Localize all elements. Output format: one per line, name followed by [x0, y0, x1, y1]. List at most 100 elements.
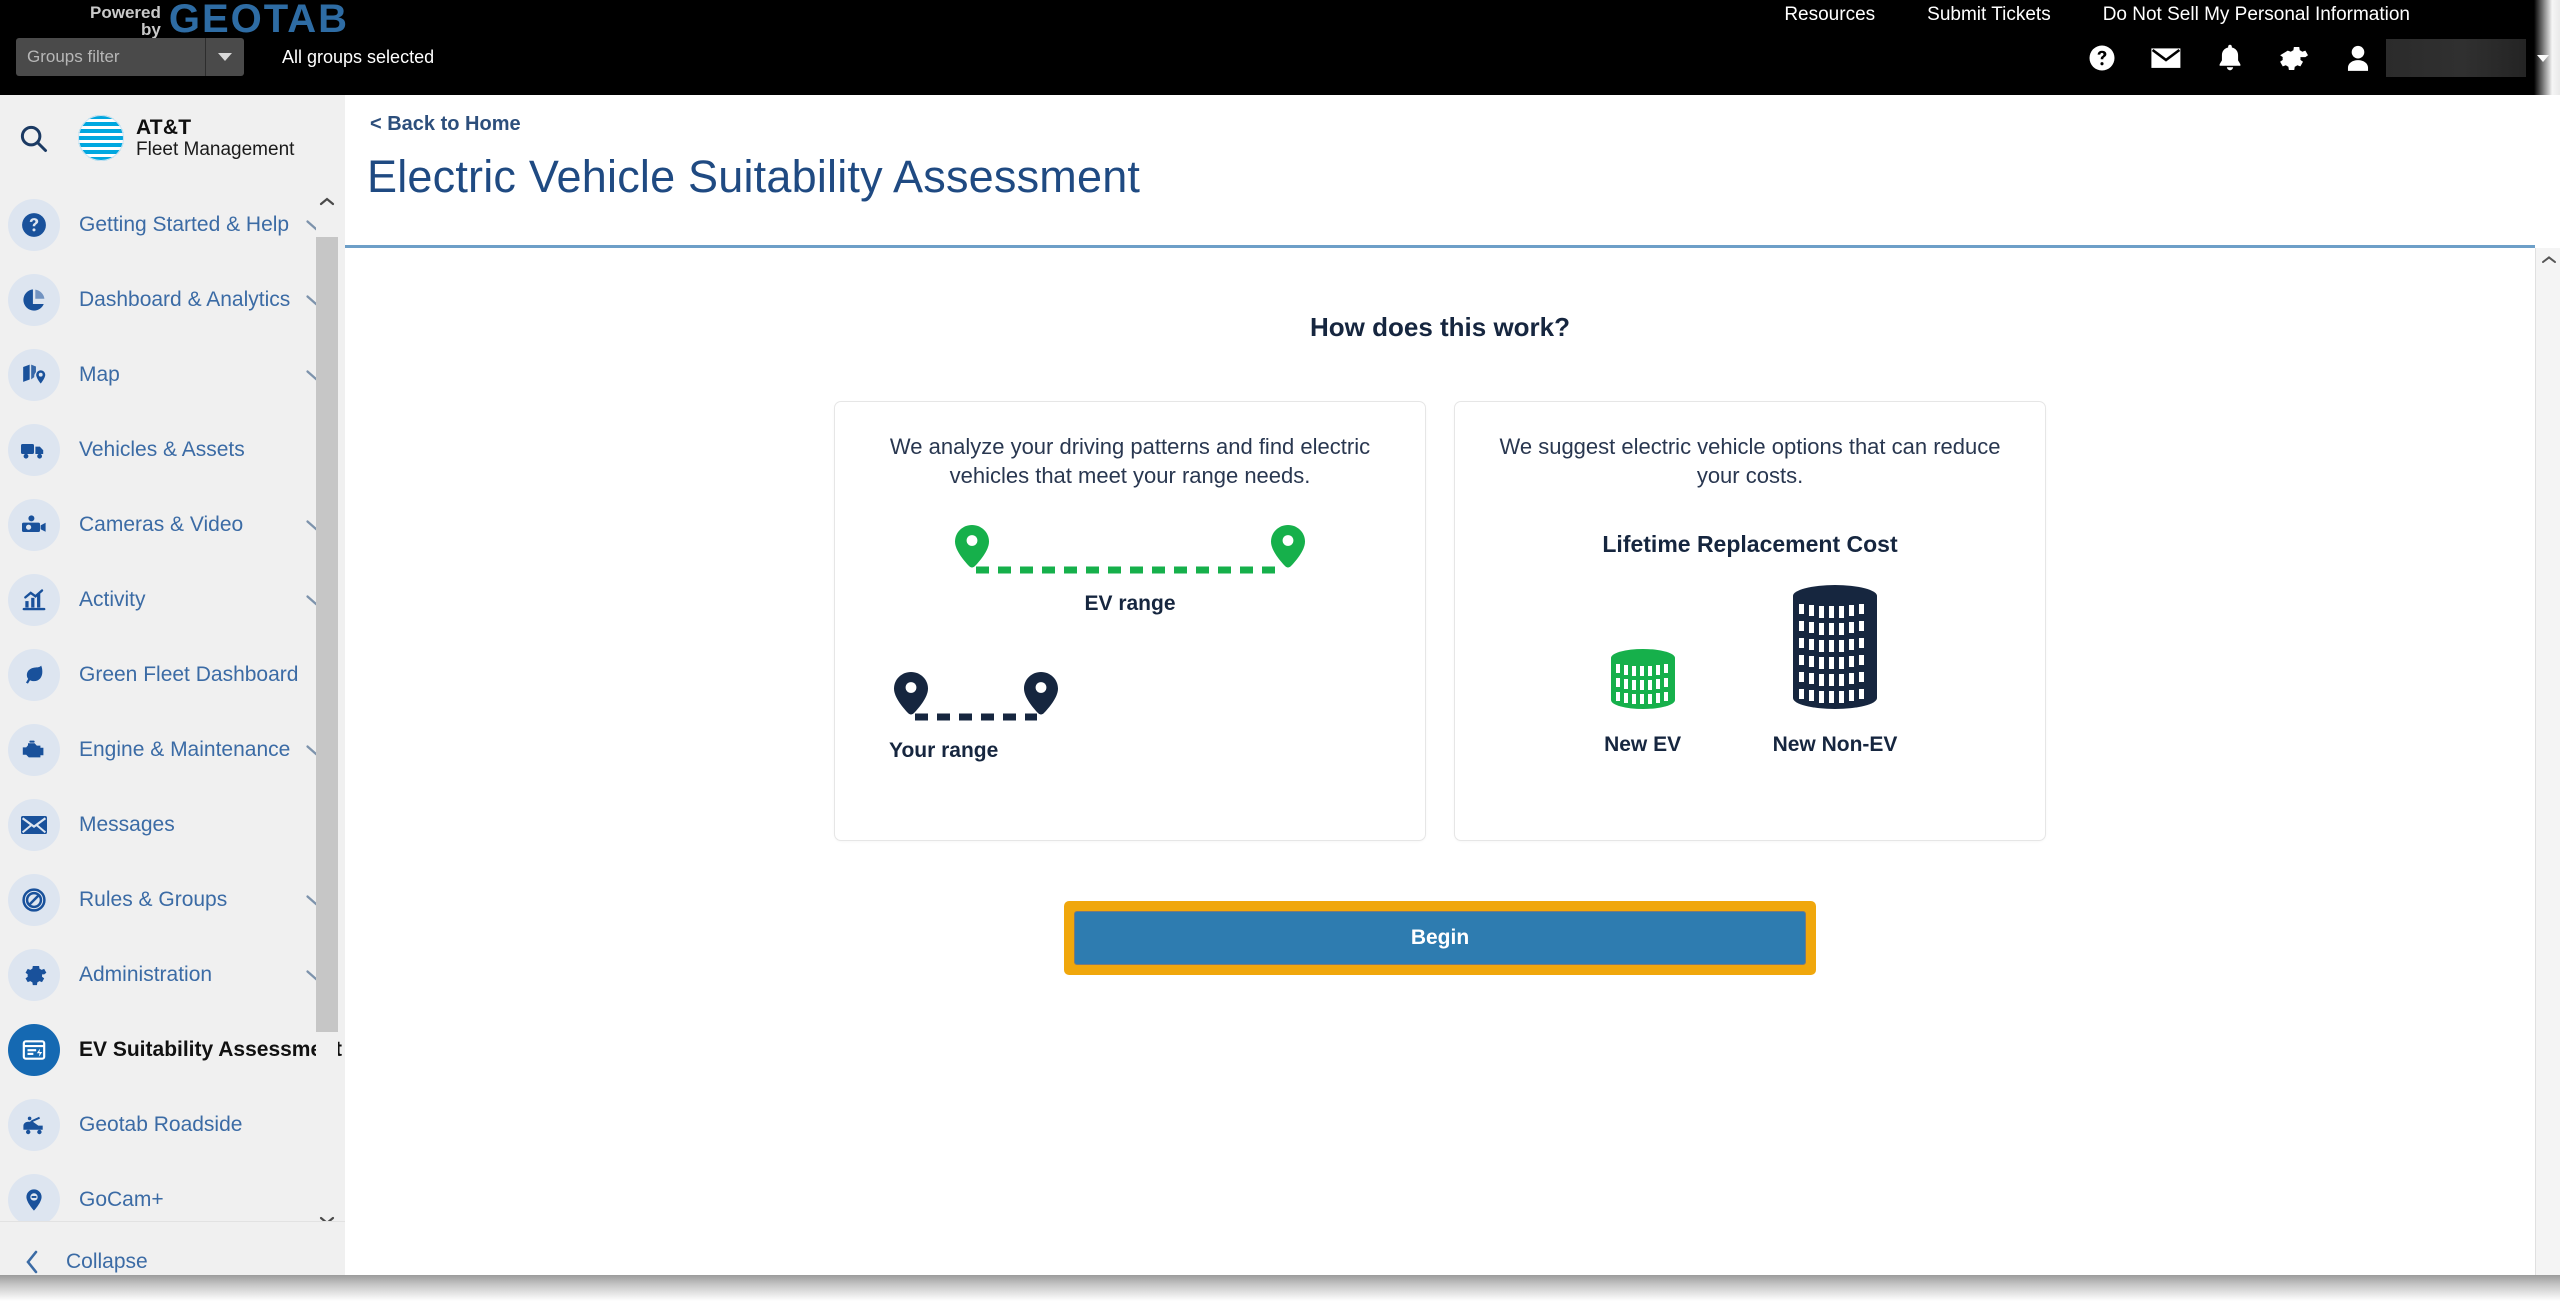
begin-button-focus-ring: Begin	[1064, 901, 1816, 975]
chevron-left-icon	[0, 1248, 66, 1276]
ev-range-caption: EV range	[1084, 591, 1176, 615]
begin-button[interactable]: Begin	[1074, 911, 1806, 965]
main-header: < Back to Home Electric Vehicle Suitabil…	[345, 95, 2560, 248]
groups-filter-dropdown-button[interactable]	[206, 38, 244, 76]
sidebar-item-getting-started-help[interactable]: Getting Started & Help	[0, 187, 345, 262]
user-name-redacted	[2386, 39, 2526, 77]
body-area: AT&T Fleet Management Getting Started & …	[0, 95, 2560, 1301]
sidebar-collapse-button[interactable]: Collapse	[0, 1221, 345, 1301]
powered-by-text: Powered by	[90, 0, 169, 38]
ev-range-graphic-block: EV range	[875, 521, 1385, 616]
sidebar-nav-list: Getting Started & Help Dashboard & Analyt…	[0, 181, 345, 1221]
sidebar-item-label: Green Fleet Dashboard	[79, 662, 299, 686]
sidebar-item-activity[interactable]: Activity	[0, 562, 345, 637]
sidebar-item-label: Vehicles & Assets	[79, 437, 245, 461]
sidebar-item-label: Dashboard & Analytics	[79, 287, 291, 311]
sidebar-item-engine-maintenance[interactable]: Engine & Maintenance	[0, 712, 345, 787]
engine-icon	[8, 723, 60, 776]
link-do-not-sell[interactable]: Do Not Sell My Personal Information	[2103, 4, 2410, 26]
gear-icon[interactable]	[2262, 38, 2326, 78]
att-fleet-management-logo: AT&T Fleet Management	[78, 115, 294, 161]
cost-comparison-card: We suggest electric vehicle options that…	[1454, 401, 2046, 841]
coin-stack-green-icon	[1610, 648, 1675, 709]
sidebar-item-cameras-video[interactable]: Cameras & Video	[0, 487, 345, 562]
info-cards: We analyze your driving patterns and fin…	[345, 401, 2535, 841]
scroll-down-icon[interactable]	[2536, 1277, 2560, 1301]
sidebar-scrollbar[interactable]	[316, 191, 338, 1231]
groups-filter-input[interactable]: Groups filter	[16, 47, 205, 67]
gear-icon	[8, 948, 60, 1001]
lifetime-replacement-cost-heading: Lifetime Replacement Cost	[1602, 530, 1898, 557]
sidebar-item-gocam[interactable]: GoCam+	[0, 1162, 345, 1221]
sidebar-scroll-thumb[interactable]	[316, 237, 338, 1032]
main-content: < Back to Home Electric Vehicle Suitabil…	[345, 95, 2560, 1301]
new-ev-caption: New EV	[1604, 732, 1682, 756]
groups-filter[interactable]: Groups filter	[16, 38, 244, 76]
sidebar-item-label: Activity	[79, 587, 146, 611]
sidebar-collapse-label: Collapse	[66, 1249, 148, 1273]
app-window: Powered by GEOTAB Resources Submit Ticke…	[0, 0, 2560, 1301]
top-utility-links: Resources Submit Tickets Do Not Sell My …	[1784, 4, 2410, 26]
powered-by-line1: Powered	[90, 3, 161, 22]
help-icon[interactable]	[2070, 38, 2134, 78]
search-icon[interactable]	[0, 105, 66, 171]
sidebar-item-label: Cameras & Video	[79, 512, 244, 536]
sidebar-item-label: Rules & Groups	[79, 887, 228, 911]
sidebar-item-dashboard-analytics[interactable]: Dashboard & Analytics	[0, 262, 345, 337]
mail-icon[interactable]	[2134, 38, 2198, 78]
truck-icon	[8, 423, 60, 476]
coin-stacks: New EV New Non-EV	[1495, 574, 2005, 757]
user-icon[interactable]	[2326, 38, 2390, 78]
sidebar-item-green-fleet-dashboard[interactable]: Green Fleet Dashboard	[0, 637, 345, 712]
sidebar-item-label: Messages	[79, 812, 175, 836]
sidebar-nav: Getting Started & Help Dashboard & Analyt…	[0, 181, 345, 1221]
your-range-caption: Your range	[889, 738, 999, 762]
sidebar-item-ev-suitability-assessment[interactable]: EV Suitability Assessment	[0, 1012, 345, 1087]
groups-selected-label: All groups selected	[282, 46, 435, 67]
no-entry-icon	[8, 873, 60, 926]
sidebar-item-rules-groups[interactable]: Rules & Groups	[0, 862, 345, 937]
coin-stack-navy-icon	[1793, 584, 1877, 709]
how-does-this-work-heading: How does this work?	[1309, 312, 1571, 342]
new-non-ev-coin-column: New Non-EV	[1773, 574, 1897, 757]
link-resources[interactable]: Resources	[1784, 4, 1875, 26]
sidebar-scroll-track[interactable]	[316, 213, 338, 1209]
scroll-up-icon[interactable]	[316, 191, 338, 213]
sidebar-item-administration[interactable]: Administration	[0, 937, 345, 1012]
sidebar-item-label: GoCam+	[79, 1187, 164, 1211]
scroll-up-icon[interactable]	[2536, 248, 2560, 272]
camera-icon	[8, 498, 60, 551]
groups-filter-row: Groups filter All groups selected	[0, 38, 434, 76]
range-analysis-description: We analyze your driving patterns and fin…	[889, 434, 1371, 489]
sidebar-item-geotab-roadside[interactable]: Geotab Roadside	[0, 1087, 345, 1162]
powered-by-line2: by	[141, 20, 161, 39]
link-submit-tickets[interactable]: Submit Tickets	[1927, 4, 2051, 26]
begin-button-area: Begin	[345, 901, 2535, 975]
sidebar-item-map[interactable]: Map	[0, 337, 345, 412]
bell-icon[interactable]	[2198, 38, 2262, 78]
your-range-graphic-block: Your range	[875, 668, 1385, 763]
tow-truck-icon	[8, 1098, 60, 1151]
your-range-icon	[894, 671, 1058, 721]
sidebar-item-messages[interactable]: Messages	[0, 787, 345, 862]
sidebar-item-vehicles-assets[interactable]: Vehicles & Assets	[0, 412, 345, 487]
cost-comparison-description: We suggest electric vehicle options that…	[1499, 434, 2001, 489]
att-globe-icon	[78, 115, 124, 161]
new-ev-coin-column: New EV	[1603, 634, 1683, 757]
top-header-bar: Powered by GEOTAB Resources Submit Ticke…	[0, 0, 2560, 95]
pie-chart-icon	[8, 273, 60, 326]
powered-by-geotab-logo: Powered by GEOTAB	[90, 0, 350, 41]
sidebar-item-label: Geotab Roadside	[79, 1112, 243, 1136]
chevron-down-icon	[218, 53, 232, 61]
att-brand-line1: AT&T	[136, 115, 192, 139]
leaf-icon	[8, 648, 60, 701]
bar-chart-icon	[8, 573, 60, 626]
top-icon-tray	[2070, 38, 2560, 78]
back-to-home-link[interactable]: < Back to Home	[370, 113, 521, 136]
question-circle-icon	[8, 198, 60, 251]
sidebar-item-label: Getting Started & Help	[79, 212, 290, 236]
att-brand-text: AT&T Fleet Management	[136, 116, 294, 161]
main-scrollbar[interactable]	[2535, 248, 2560, 1301]
sidebar-item-label: Administration	[79, 962, 213, 986]
geotab-wordmark: GEOTAB	[168, 0, 350, 41]
